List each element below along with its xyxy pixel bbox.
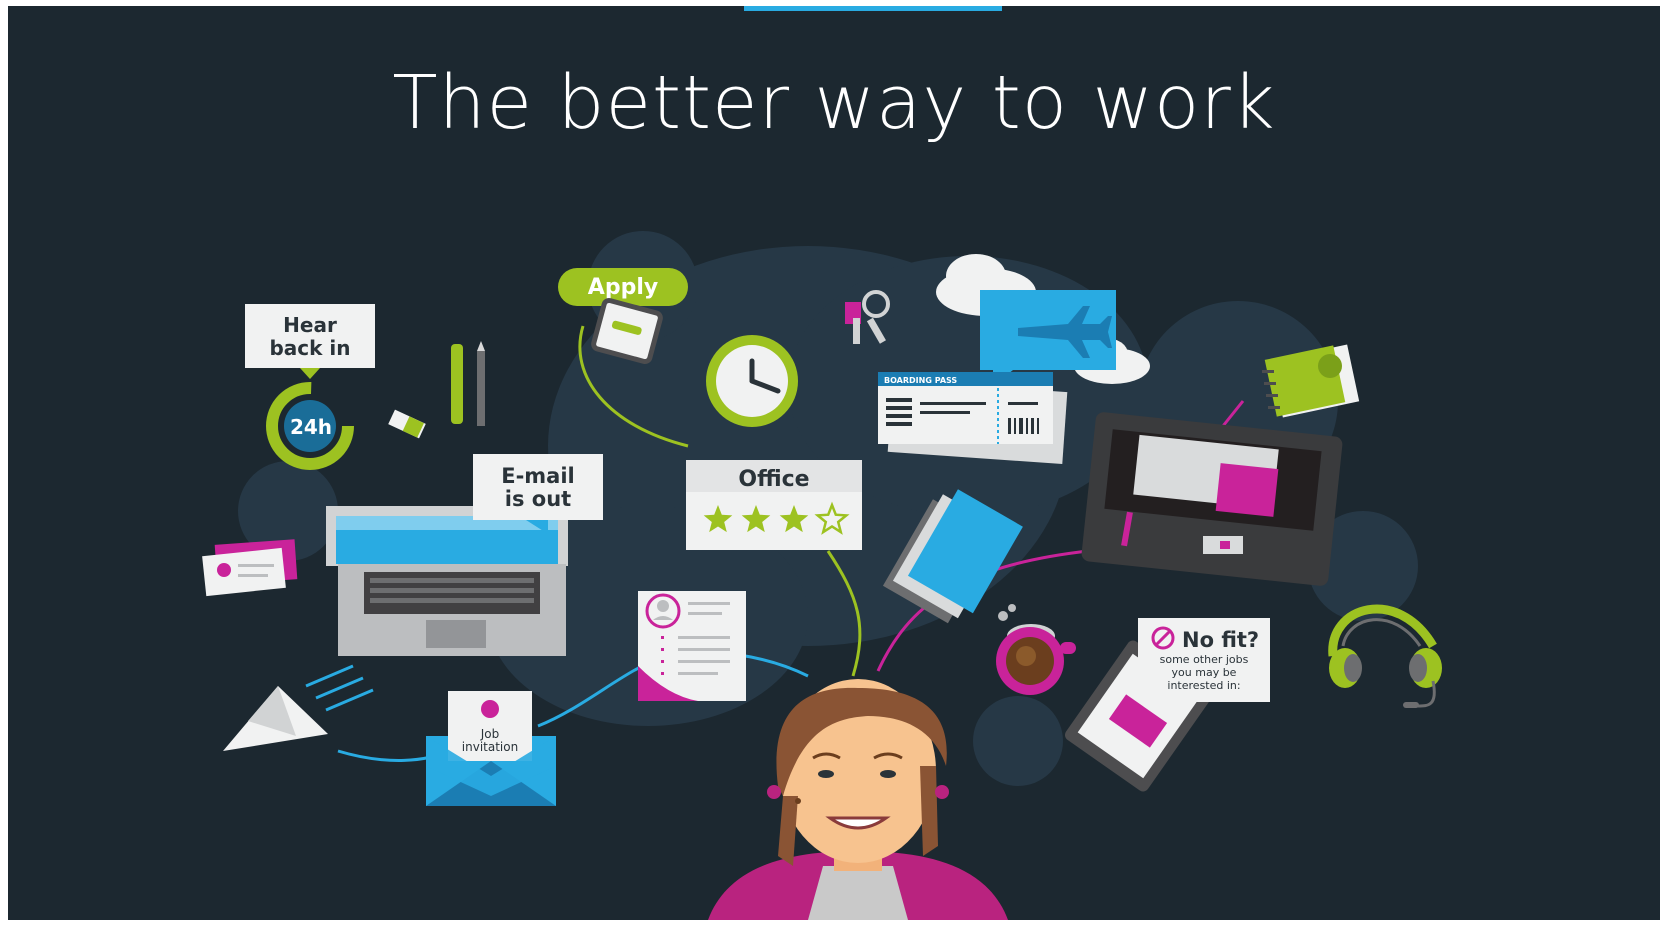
svg-text:Hear: Hear bbox=[283, 313, 337, 337]
laptop-icon bbox=[326, 506, 568, 656]
svg-text:Office: Office bbox=[738, 467, 809, 492]
hear-back-bubble: Hear back in bbox=[245, 304, 375, 379]
no-fit-card: No fit? some other jobs you may be inter… bbox=[1138, 618, 1270, 702]
svg-text:is out: is out bbox=[505, 487, 571, 511]
boarding-pass-icon: BOARDING PASS bbox=[878, 372, 1068, 464]
pens-icon bbox=[451, 341, 485, 426]
clock-icon bbox=[706, 335, 798, 427]
svg-text:Apply: Apply bbox=[588, 275, 658, 300]
coffee-cup-icon bbox=[996, 604, 1076, 695]
headphones-icon bbox=[1328, 604, 1442, 708]
svg-text:BOARDING PASS: BOARDING PASS bbox=[884, 376, 957, 385]
paper-plane-icon bbox=[223, 664, 374, 751]
timer-24h-icon: 24h bbox=[266, 382, 354, 470]
svg-text:No fit?: No fit? bbox=[1182, 628, 1259, 652]
svg-text:invitation: invitation bbox=[462, 740, 518, 754]
svg-text:some other jobs: some other jobs bbox=[1160, 653, 1249, 666]
resume-icon bbox=[638, 591, 746, 701]
svg-text:interested in:: interested in: bbox=[1167, 679, 1240, 692]
business-cards-icon bbox=[202, 539, 298, 597]
svg-text:24h: 24h bbox=[290, 415, 332, 439]
svg-text:E-mail: E-mail bbox=[501, 464, 575, 488]
office-rating-card: Office bbox=[686, 460, 862, 550]
svg-text:Job: Job bbox=[480, 727, 500, 741]
job-search-illustration: Hear back in 24h Apply BOARDING PASS E-m… bbox=[202, 231, 1442, 920]
hero-banner: The better way to work Hear back in 24h … bbox=[8, 6, 1660, 920]
svg-text:back in: back in bbox=[269, 336, 350, 360]
eraser-icon bbox=[388, 409, 426, 439]
envelope-icon: Job invitation bbox=[426, 691, 556, 806]
svg-text:you may be: you may be bbox=[1172, 666, 1237, 679]
printer-icon bbox=[1081, 412, 1343, 586]
woman-avatar bbox=[708, 679, 1008, 920]
